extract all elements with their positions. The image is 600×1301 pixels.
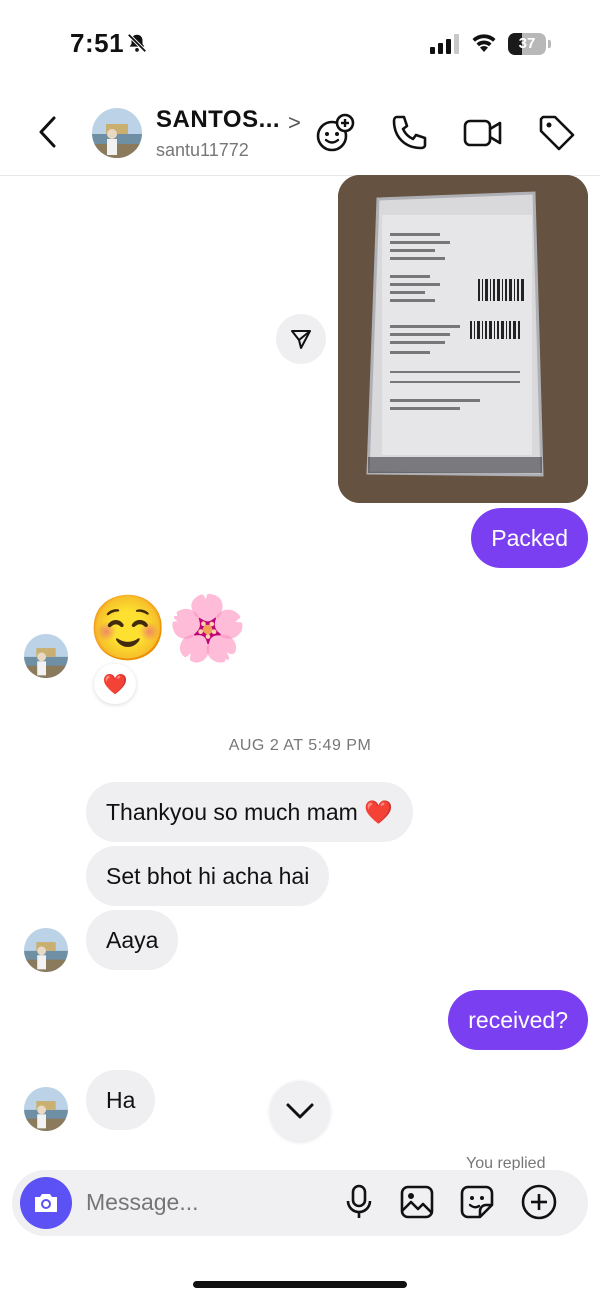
sender-avatar [24, 634, 68, 678]
sender-avatar [24, 928, 68, 972]
signal-icon [430, 34, 459, 54]
battery-level: 37 [518, 35, 536, 52]
share-send-button[interactable] [276, 314, 326, 364]
sticker-icon[interactable] [458, 1183, 496, 1221]
bell-muted-icon [127, 33, 147, 53]
video-icon[interactable] [462, 112, 504, 154]
heart-icon: ❤️ [102, 673, 128, 696]
camera-button[interactable] [20, 1177, 72, 1229]
plus-icon[interactable] [520, 1183, 558, 1221]
phone-icon[interactable] [388, 112, 430, 154]
outgoing-message-received[interactable]: received? [448, 990, 588, 1050]
outgoing-message-packed[interactable]: Packed [471, 508, 588, 568]
message-input[interactable] [86, 1189, 316, 1216]
back-chevron-icon[interactable] [34, 114, 64, 150]
sent-photo[interactable] [338, 175, 588, 503]
add-people-icon[interactable] [314, 112, 356, 154]
heart-reaction-badge[interactable]: ❤️ [94, 664, 136, 704]
battery-icon: 37 [508, 33, 551, 55]
tag-icon[interactable] [536, 112, 578, 154]
microphone-icon[interactable] [340, 1183, 378, 1221]
header-avatar[interactable] [92, 108, 142, 158]
incoming-message-ha[interactable]: Ha [86, 1070, 156, 1130]
profile-chevron-icon[interactable]: > [288, 110, 301, 136]
scroll-to-bottom-button[interactable] [270, 1081, 330, 1141]
sender-avatar [24, 1087, 68, 1131]
chevron-down-icon [286, 1103, 314, 1119]
camera-icon [35, 1194, 57, 1212]
incoming-message-set[interactable]: Set bhot hi acha hai [86, 846, 330, 906]
incoming-emoji-message[interactable]: ☺️🌸 [88, 596, 247, 660]
date-separator: AUG 2 AT 5:49 PM [228, 737, 372, 754]
contact-name[interactable]: SANTOS... [156, 106, 280, 134]
incoming-message-thankyou[interactable]: Thankyou so much mam ❤️ [86, 782, 413, 842]
home-indicator[interactable] [193, 1281, 407, 1288]
status-time: 7:51 [70, 28, 125, 58]
gallery-icon[interactable] [398, 1183, 436, 1221]
contact-username[interactable]: santu11772 [156, 140, 249, 161]
wifi-icon [472, 34, 496, 52]
share-send-icon [291, 330, 311, 349]
incoming-message-aaya[interactable]: Aaya [86, 910, 179, 970]
